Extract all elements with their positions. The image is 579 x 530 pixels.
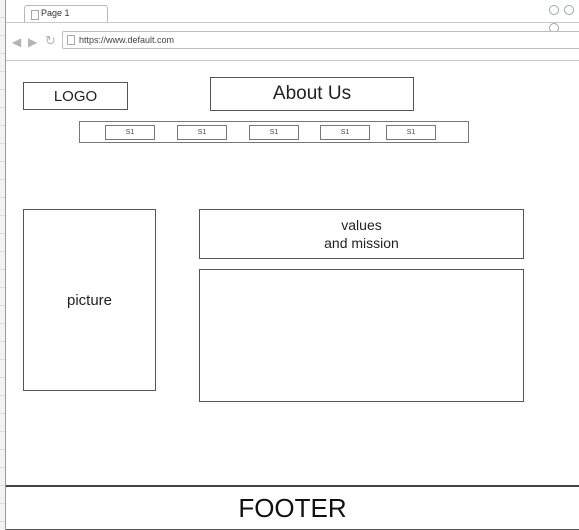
- url-text: https://www.default.com: [79, 35, 175, 45]
- values-line-1: values: [341, 217, 382, 233]
- nav-item[interactable]: S1: [249, 125, 299, 140]
- values-mission-box: values and mission: [199, 209, 524, 259]
- logo[interactable]: LOGO: [23, 82, 128, 110]
- nav-item[interactable]: S1: [386, 125, 436, 140]
- nav-item[interactable]: S1: [177, 125, 227, 140]
- values-line-2: and mission: [324, 235, 399, 251]
- nav-item[interactable]: S1: [320, 125, 370, 140]
- browser-tab[interactable]: Page 1: [24, 5, 108, 23]
- minimize-icon[interactable]: [549, 5, 559, 15]
- reload-icon[interactable]: ↻: [45, 33, 56, 49]
- content-area: [199, 269, 524, 402]
- footer: FOOTER: [6, 487, 579, 530]
- nav-item[interactable]: S1: [105, 125, 155, 140]
- picture-placeholder: picture: [23, 209, 156, 391]
- maximize-icon[interactable]: [564, 5, 575, 15]
- nav-bar: S1 S1 S1 S1 S1: [79, 121, 469, 143]
- address-bar[interactable]: https://www.default.com: [62, 31, 579, 49]
- tab-divider: [6, 22, 579, 23]
- page-icon: [31, 10, 39, 20]
- forward-arrow-icon[interactable]: ▶: [28, 35, 37, 49]
- page-icon: [67, 35, 75, 45]
- page-title: About Us: [210, 77, 414, 111]
- tab-title: Page 1: [41, 8, 70, 18]
- back-arrow-icon[interactable]: ◀: [12, 35, 21, 49]
- page-margin: [0, 0, 6, 530]
